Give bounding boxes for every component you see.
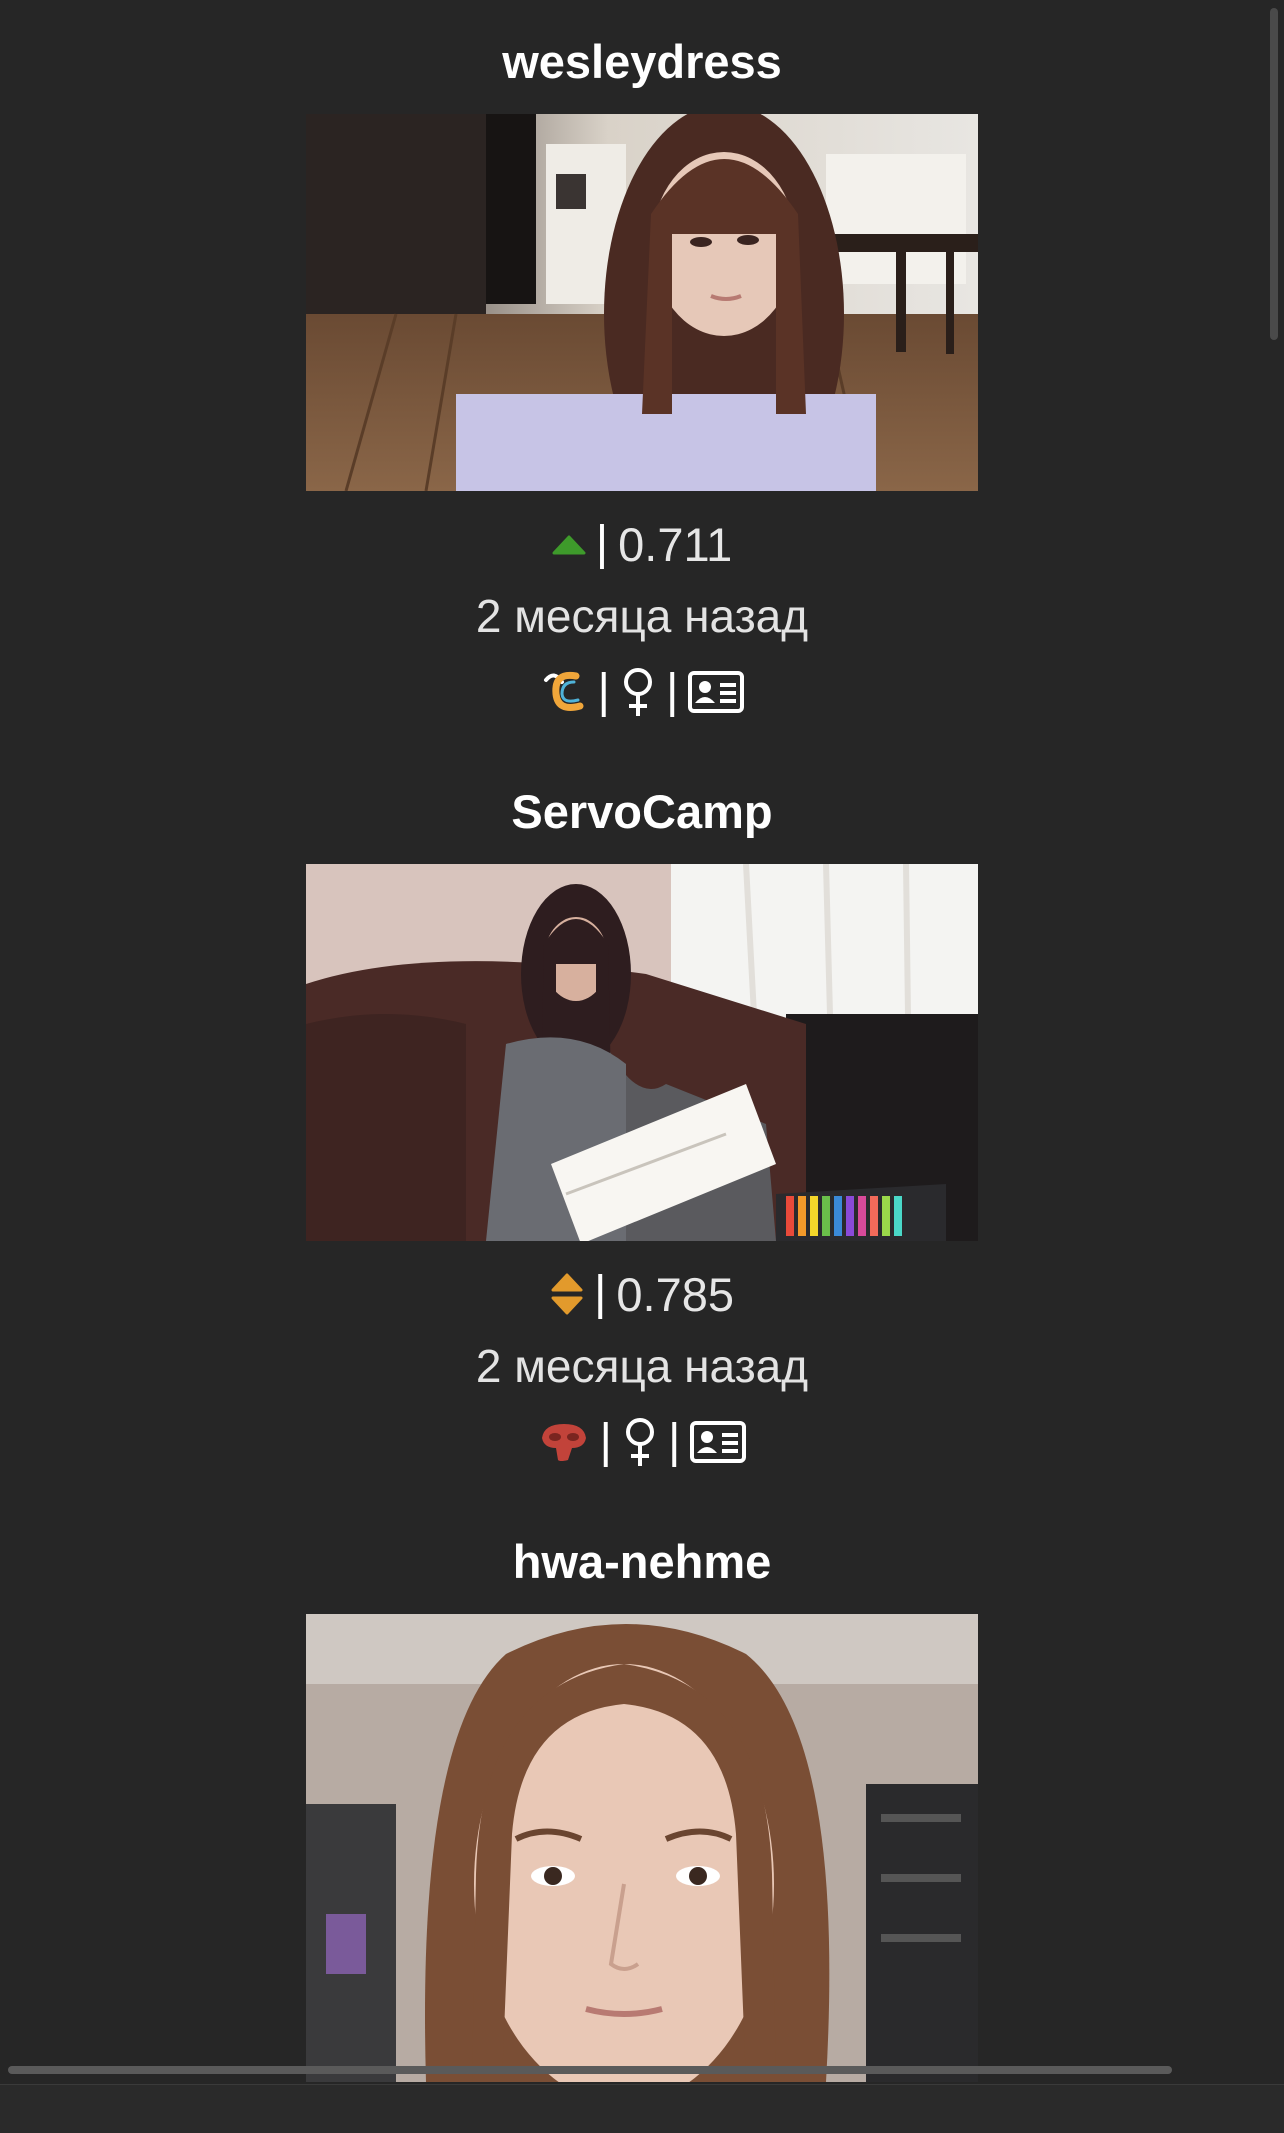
profile-card: ServoCamp | 0.785 2 месяца назад | | bbox=[0, 772, 1284, 1472]
score-value: 0.711 bbox=[618, 517, 733, 571]
profile-card: wesleydress | 0.711 2 месяца назад | | bbox=[0, 22, 1284, 722]
female-icon bbox=[620, 666, 656, 718]
horizontal-scrollbar[interactable] bbox=[8, 2066, 1172, 2074]
profile-thumbnail[interactable] bbox=[306, 864, 978, 1241]
icon-row: | | bbox=[0, 662, 1284, 722]
thumbnail-image bbox=[306, 114, 978, 491]
thumbnail-image bbox=[306, 1614, 978, 2082]
sort-neutral-icon bbox=[550, 1272, 584, 1316]
chaturbate-c-icon[interactable] bbox=[540, 668, 588, 716]
icon-row: | | bbox=[0, 1412, 1284, 1472]
profile-username[interactable]: wesleydress bbox=[0, 22, 1284, 102]
female-icon bbox=[622, 1416, 658, 1468]
separator: | bbox=[668, 1415, 681, 1468]
score-row: | 0.785 bbox=[0, 1264, 1284, 1324]
profile-thumbnail[interactable] bbox=[306, 114, 978, 491]
id-card-icon[interactable] bbox=[690, 1421, 747, 1463]
stripchat-mask-icon[interactable] bbox=[538, 1418, 590, 1466]
separator: | bbox=[597, 665, 610, 718]
separator: | bbox=[666, 665, 679, 718]
separator: | bbox=[593, 1267, 607, 1320]
profile-username[interactable]: ServoCamp bbox=[0, 772, 1284, 852]
separator: | bbox=[595, 517, 609, 570]
time-ago: 2 месяца назад bbox=[475, 590, 809, 642]
separator: | bbox=[599, 1415, 612, 1468]
profile-card: hwa-nehme bbox=[0, 1522, 1284, 2082]
id-card-icon[interactable] bbox=[688, 671, 745, 713]
thumbnail-image bbox=[306, 864, 978, 1241]
browser-bottom-bar bbox=[0, 2084, 1284, 2133]
score-value: 0.785 bbox=[616, 1267, 735, 1321]
profile-thumbnail[interactable] bbox=[306, 1614, 978, 2082]
time-ago: 2 месяца назад bbox=[475, 1340, 809, 1392]
trend-up-icon bbox=[552, 532, 586, 556]
score-row: | 0.711 bbox=[0, 514, 1284, 574]
page: wesleydress | 0.711 2 месяца назад | | S… bbox=[0, 0, 1284, 2133]
profile-username[interactable]: hwa-nehme bbox=[0, 1522, 1284, 1602]
